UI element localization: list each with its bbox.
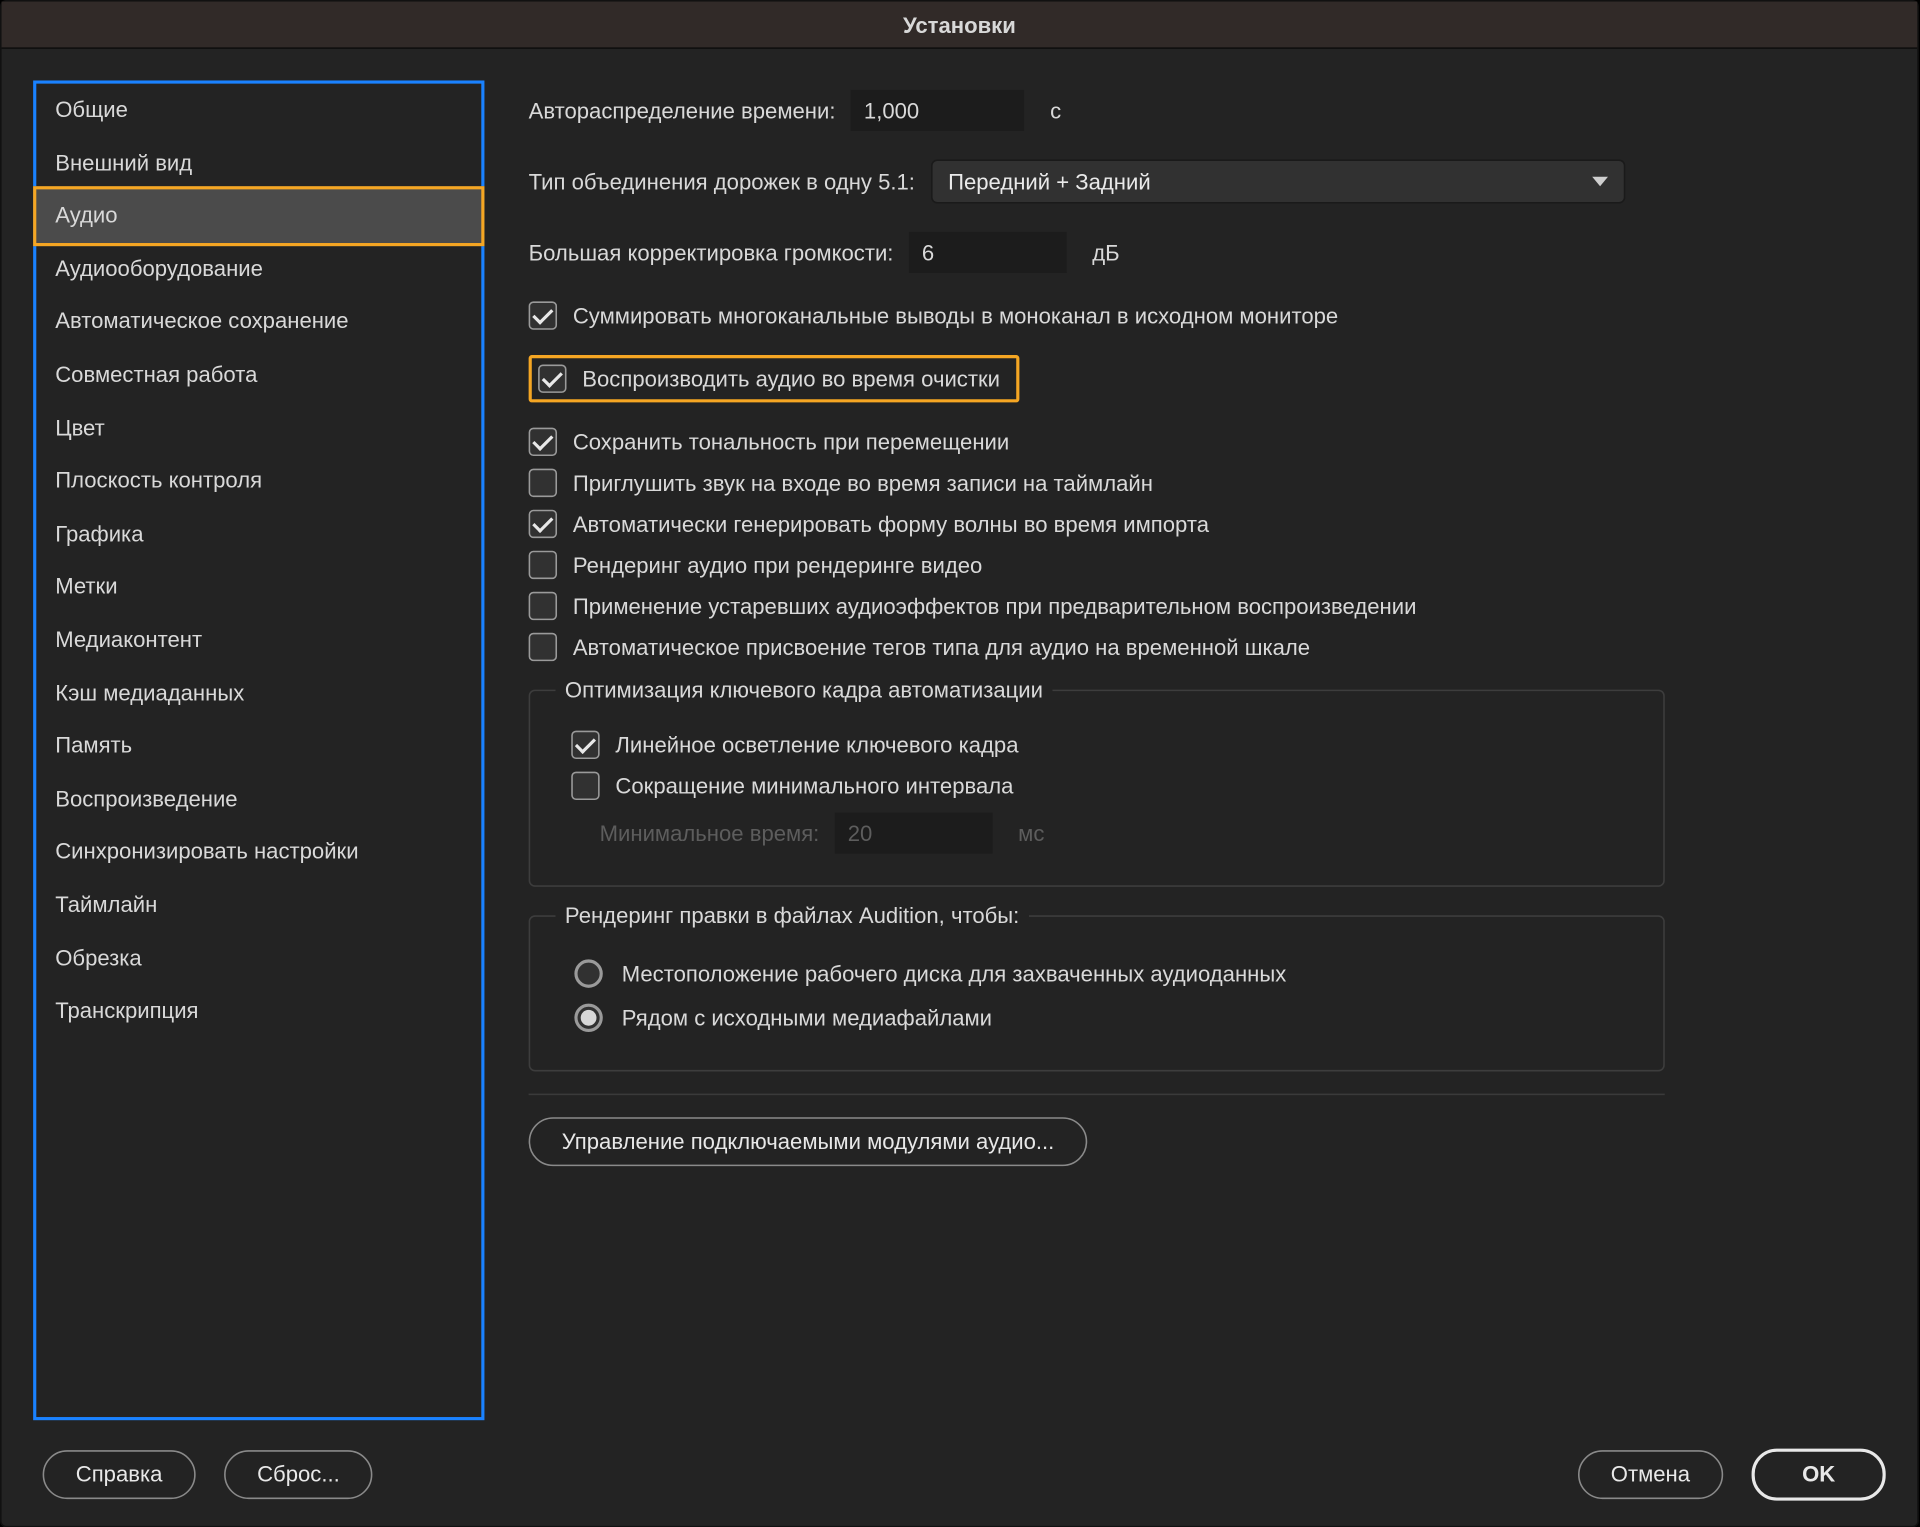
sidebar-item[interactable]: Плоскость контроля — [36, 455, 481, 508]
min-time-label: Минимальное время: — [600, 821, 820, 846]
checkbox-row: Рендеринг аудио при рендеринге видео — [529, 551, 1889, 579]
sidebar-item[interactable]: Внешний вид — [36, 137, 481, 190]
next-to-original-label: Рядом с исходными медиафайлами — [622, 1005, 992, 1030]
checkbox[interactable] — [529, 510, 557, 538]
mix-type-value: Передний + Задний — [948, 169, 1151, 194]
sidebar-item[interactable]: Графика — [36, 508, 481, 561]
mix-type-label: Тип объединения дорожек в одну 5.1: — [529, 169, 915, 194]
checkbox-label: Суммировать многоканальные выводы в моно… — [573, 303, 1338, 328]
checkbox-row: Сохранить тональность при перемещении — [529, 428, 1889, 456]
audio-plugin-manager-button[interactable]: Управление подключаемыми модулями аудио.… — [529, 1117, 1088, 1166]
checkbox-label: Рендеринг аудио при рендеринге видео — [573, 552, 983, 577]
checkbox-row: Приглушить звук на входе во время записи… — [529, 469, 1889, 497]
checkbox[interactable] — [529, 428, 557, 456]
divider — [529, 1094, 1665, 1096]
linear-thinning-label: Линейное осветление ключевого кадра — [615, 732, 1018, 757]
checkbox[interactable] — [529, 469, 557, 497]
large-vol-input[interactable] — [909, 232, 1067, 273]
sidebar-item[interactable]: Синхронизировать настройки — [36, 826, 481, 879]
preferences-window: Установки ОбщиеВнешний видАудиоАудиообор… — [0, 0, 1919, 1527]
checkbox-label: Автоматическое присвоение тегов типа для… — [573, 634, 1310, 659]
sidebar-item[interactable]: Транскрипция — [36, 985, 481, 1038]
scratch-disk-label: Местоположение рабочего диска для захвач… — [622, 961, 1287, 986]
sidebar-item[interactable]: Медиаконтент — [36, 614, 481, 667]
dialog-footer: Справка Сброс... Отмена OK — [2, 1433, 1918, 1526]
mix-type-select[interactable]: Передний + Задний — [931, 159, 1625, 203]
checkbox-list: Суммировать многоканальные выводы в моно… — [529, 301, 1889, 661]
auto-time-unit: с — [1050, 98, 1061, 123]
linear-thinning-checkbox[interactable] — [571, 731, 599, 759]
sidebar-item[interactable]: Общие — [36, 84, 481, 137]
checkbox-label: Сохранить тональность при перемещении — [573, 429, 1009, 454]
checkbox[interactable] — [529, 592, 557, 620]
large-vol-label: Большая корректировка громкости: — [529, 240, 894, 265]
sidebar-item[interactable]: Таймлайн — [36, 879, 481, 932]
sidebar-item[interactable]: Обрезка — [36, 932, 481, 985]
large-vol-unit: дБ — [1092, 240, 1119, 265]
checkbox-label: Применение устаревших аудиоэффектов при … — [573, 593, 1417, 618]
audio-panel: Автораспределение времени: с Тип объедин… — [484, 80, 1888, 1420]
checkbox-row: Воспроизводить аудио во время очистки — [529, 355, 1019, 402]
ok-button[interactable]: OK — [1752, 1449, 1886, 1501]
checkbox-row: Автоматически генерировать форму волны в… — [529, 510, 1889, 538]
titlebar: Установки — [2, 2, 1918, 49]
sidebar: ОбщиеВнешний видАудиоАудиооборудованиеАв… — [33, 80, 484, 1420]
window-title: Установки — [903, 12, 1016, 37]
next-to-original-radio[interactable] — [574, 1004, 602, 1032]
sidebar-item[interactable]: Метки — [36, 561, 481, 614]
checkbox-row: Автоматическое присвоение тегов типа для… — [529, 633, 1889, 661]
sidebar-item[interactable]: Совместная работа — [36, 349, 481, 402]
min-time-input — [835, 813, 993, 854]
window-body: ОбщиеВнешний видАудиоАудиооборудованиеАв… — [2, 49, 1918, 1433]
checkbox-row: Применение устаревших аудиоэффектов при … — [529, 592, 1889, 620]
checkbox[interactable] — [529, 301, 557, 329]
auto-time-input[interactable] — [851, 90, 1025, 131]
auto-time-label: Автораспределение времени: — [529, 98, 836, 123]
sidebar-item[interactable]: Аудиооборудование — [36, 243, 481, 296]
checkbox-label: Приглушить звук на входе во время записи… — [573, 470, 1153, 495]
scratch-disk-radio[interactable] — [574, 959, 602, 987]
checkbox[interactable] — [529, 633, 557, 661]
audition-render-group: Рендеринг правки в файлах Audition, чтоб… — [529, 903, 1665, 1072]
checkbox-label: Автоматически генерировать форму волны в… — [573, 511, 1209, 536]
keyframe-legend: Оптимизация ключевого кадра автоматизаци… — [555, 677, 1052, 702]
min-interval-label: Сокращение минимального интервала — [615, 773, 1013, 798]
checkbox[interactable] — [538, 365, 566, 393]
audition-legend: Рендеринг правки в файлах Audition, чтоб… — [555, 903, 1028, 928]
keyframe-optimization-group: Оптимизация ключевого кадра автоматизаци… — [529, 677, 1665, 887]
min-interval-checkbox[interactable] — [571, 772, 599, 800]
cancel-button[interactable]: Отмена — [1578, 1451, 1724, 1500]
sidebar-item[interactable]: Цвет — [36, 402, 481, 455]
sidebar-item[interactable]: Кэш медиаданных — [36, 667, 481, 720]
checkbox-row: Суммировать многоканальные выводы в моно… — [529, 301, 1889, 329]
sidebar-item[interactable]: Автоматическое сохранение — [36, 296, 481, 349]
sidebar-item[interactable]: Память — [36, 720, 481, 773]
reset-button[interactable]: Сброс... — [224, 1451, 373, 1500]
sidebar-item[interactable]: Аудио — [33, 186, 484, 245]
checkbox-label: Воспроизводить аудио во время очистки — [582, 366, 1000, 391]
sidebar-item[interactable]: Воспроизведение — [36, 773, 481, 826]
min-time-unit: мс — [1018, 821, 1044, 846]
chevron-down-icon — [1592, 177, 1608, 186]
checkbox[interactable] — [529, 551, 557, 579]
help-button[interactable]: Справка — [43, 1451, 196, 1500]
